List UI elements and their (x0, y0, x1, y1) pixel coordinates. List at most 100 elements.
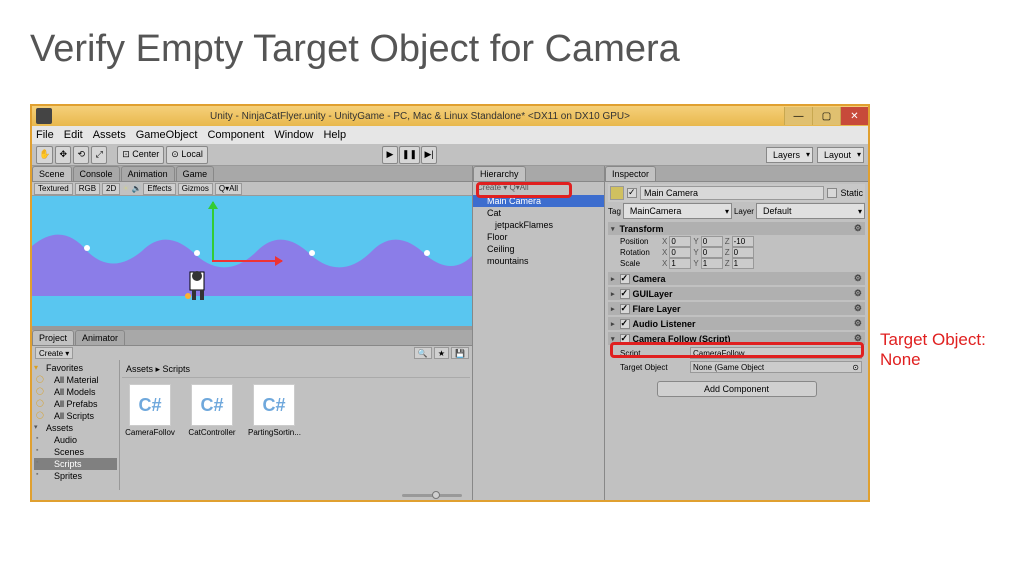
menu-file[interactable]: File (36, 129, 54, 141)
scene-search[interactable]: Q▾All (215, 183, 242, 195)
pause-button[interactable]: ❚❚ (399, 146, 420, 164)
minimize-button[interactable]: — (784, 107, 812, 125)
rotate-tool[interactable]: ⟲ (73, 146, 89, 164)
layout-dropdown[interactable]: Layout (817, 147, 864, 163)
gizmos-toggle[interactable]: Gizmos (178, 183, 213, 195)
camera-component[interactable]: Camera⚙ (608, 272, 865, 285)
camerafollow-component[interactable]: Camera Follow (Script)⚙ (608, 332, 865, 345)
menu-assets[interactable]: Assets (93, 129, 126, 141)
guilayer-component[interactable]: GUILayer⚙ (608, 287, 865, 300)
effects-toggle[interactable]: Effects (143, 183, 175, 195)
camera-enabled[interactable] (620, 274, 630, 284)
hierarchy-cat[interactable]: Cat (473, 207, 604, 219)
add-component-button[interactable]: Add Component (657, 381, 817, 397)
project-zoom-slider[interactable] (32, 490, 472, 500)
project-tree[interactable]: Favorites All Material All Models All Pr… (32, 360, 120, 490)
scl-y[interactable] (701, 258, 723, 269)
rot-z[interactable] (732, 247, 754, 258)
project-search[interactable]: 🔍 (414, 347, 432, 359)
titlebar[interactable]: Unity - NinjaCatFlyer.unity - UnityGame … (32, 106, 868, 126)
gear-icon[interactable]: ⚙ (854, 303, 862, 314)
assets-node[interactable]: Assets (34, 422, 117, 434)
hierarchy-create[interactable]: Create ▾ Q▾All (473, 182, 604, 193)
scl-z[interactable] (732, 258, 754, 269)
rot-y[interactable] (701, 247, 723, 258)
asset-partingsortin[interactable]: C#PartingSortin... (248, 384, 300, 437)
target-object-field[interactable]: None (Game Object⊙ (690, 361, 862, 373)
tab-inspector[interactable]: Inspector (605, 166, 656, 181)
project-filter[interactable]: ★ (434, 347, 449, 359)
y-axis-gizmo[interactable] (212, 202, 214, 262)
folder-audio[interactable]: Audio (34, 434, 117, 446)
gear-icon[interactable]: ⚙ (854, 273, 862, 284)
tag-dropdown[interactable]: MainCamera (623, 203, 732, 219)
play-button[interactable]: ▶ (382, 146, 398, 164)
script-enabled[interactable] (620, 334, 630, 344)
fav-material[interactable]: All Material (34, 374, 117, 386)
pos-x[interactable] (669, 236, 691, 247)
x-axis-gizmo[interactable] (212, 260, 282, 262)
step-button[interactable]: ▶| (421, 146, 437, 164)
hierarchy-mountains[interactable]: mountains (473, 255, 604, 267)
asset-catcontroller[interactable]: C#CatController (186, 384, 238, 437)
audio-component[interactable]: Audio Listener⚙ (608, 317, 865, 330)
hierarchy-main-camera[interactable]: Main Camera (473, 195, 604, 207)
hierarchy-jetpackflames[interactable]: jetpackFlames (473, 219, 604, 231)
pivot-local-button[interactable]: ⊙ Local (166, 146, 208, 164)
tab-animation[interactable]: Animation (121, 166, 175, 181)
breadcrumb[interactable]: Assets ▸ Scripts (122, 362, 470, 378)
menu-window[interactable]: Window (274, 129, 313, 141)
scl-x[interactable] (669, 258, 691, 269)
menu-component[interactable]: Component (207, 129, 264, 141)
tab-scene[interactable]: Scene (32, 166, 72, 181)
flare-component[interactable]: Flare Layer⚙ (608, 302, 865, 315)
pos-z[interactable] (732, 236, 754, 247)
gear-icon[interactable]: ⚙ (854, 288, 862, 299)
project-create[interactable]: Create ▾ (35, 347, 73, 359)
shading-mode[interactable]: Textured (34, 183, 73, 195)
hierarchy-list[interactable]: Main Camera Cat jetpackFlames Floor Ceil… (473, 193, 604, 269)
flare-enabled[interactable] (620, 304, 630, 314)
scene-view[interactable] (32, 196, 472, 326)
fav-prefabs[interactable]: All Prefabs (34, 398, 117, 410)
tab-animator[interactable]: Animator (75, 330, 125, 345)
active-checkbox[interactable] (627, 188, 637, 198)
layer-dropdown[interactable]: Default (756, 203, 865, 219)
render-mode[interactable]: RGB (75, 183, 100, 195)
move-tool[interactable]: ✥ (55, 146, 71, 164)
pos-y[interactable] (701, 236, 723, 247)
character-sprite[interactable] (182, 266, 216, 306)
rot-x[interactable] (669, 247, 691, 258)
guilayer-enabled[interactable] (620, 289, 630, 299)
2d-toggle[interactable]: 2D (102, 183, 120, 195)
asset-camerafollow[interactable]: C#CameraFollov (124, 384, 176, 437)
fav-models[interactable]: All Models (34, 386, 117, 398)
folder-scenes[interactable]: Scenes (34, 446, 117, 458)
script-field[interactable]: CameraFollow (690, 347, 862, 359)
project-save[interactable]: 💾 (451, 347, 469, 359)
hand-tool[interactable]: ✋ (36, 146, 53, 164)
hierarchy-floor[interactable]: Floor (473, 231, 604, 243)
close-button[interactable]: ✕ (840, 107, 868, 125)
gear-icon[interactable]: ⚙ (854, 318, 862, 329)
static-checkbox[interactable] (827, 188, 837, 198)
hierarchy-ceiling[interactable]: Ceiling (473, 243, 604, 255)
transform-header[interactable]: Transform⚙ (608, 222, 865, 235)
folder-scripts[interactable]: Scripts (34, 458, 117, 470)
gear-icon[interactable]: ⚙ (854, 333, 862, 344)
menu-help[interactable]: Help (323, 129, 346, 141)
tab-project[interactable]: Project (32, 330, 74, 345)
tab-hierarchy[interactable]: Hierarchy (473, 166, 526, 181)
gear-icon[interactable]: ⚙ (854, 223, 862, 234)
maximize-button[interactable]: ▢ (812, 107, 840, 125)
menu-edit[interactable]: Edit (64, 129, 83, 141)
audio-enabled[interactable] (620, 319, 630, 329)
object-name-input[interactable] (640, 186, 824, 200)
scale-tool[interactable]: ⤢ (91, 146, 107, 164)
fav-scripts[interactable]: All Scripts (34, 410, 117, 422)
folder-sprites[interactable]: Sprites (34, 470, 117, 482)
layers-dropdown[interactable]: Layers (766, 147, 813, 163)
tab-game[interactable]: Game (176, 166, 215, 181)
pivot-center-button[interactable]: ⊡ Center (117, 146, 164, 164)
menu-gameobject[interactable]: GameObject (136, 129, 198, 141)
